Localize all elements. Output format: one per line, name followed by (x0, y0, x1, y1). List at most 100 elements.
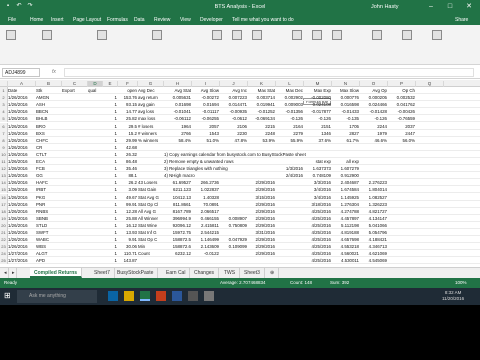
add-sheet-icon[interactable]: ⊕ (266, 268, 280, 278)
table-cell[interactable]: 4.621069 (360, 250, 387, 257)
table-cell[interactable]: 0.109099 (220, 243, 247, 250)
table-cell[interactable] (62, 179, 87, 186)
table-cell[interactable]: 61.69527 (164, 179, 191, 186)
row-number[interactable]: 16 (0, 193, 8, 201)
table-cell[interactable]: Export (62, 87, 87, 94)
table-cell[interactable]: 1/26/2016 (8, 151, 35, 158)
table-cell[interactable] (88, 94, 102, 101)
row-number[interactable]: 9 (0, 143, 8, 151)
table-cell[interactable] (220, 186, 247, 193)
table-cell[interactable]: CR (36, 144, 61, 151)
tab-formulas[interactable]: Formulas (107, 17, 128, 23)
table-cell[interactable]: 3/4/2016 (304, 186, 331, 193)
table-cell[interactable]: 1/26/2016 (8, 208, 35, 215)
table-cell[interactable]: 1/26/2016 (8, 201, 35, 208)
tab-data[interactable]: Data (134, 17, 145, 23)
table-cell[interactable]: Stat Op Cl (138, 201, 163, 208)
zoom-level[interactable]: 100% (455, 280, 467, 285)
table-cell[interactable]: PNR (36, 201, 61, 208)
table-cell[interactable]: STLD (36, 222, 61, 229)
row-number[interactable]: 1 (0, 87, 8, 94)
table-cell[interactable]: 4/25/2016 (304, 236, 331, 243)
table-cell[interactable]: Stat Op C (138, 236, 163, 243)
table-cell[interactable]: 2.143609 (192, 243, 219, 250)
row-number[interactable]: 13 (0, 172, 8, 180)
table-cell[interactable]: 1/26/2016 (8, 172, 35, 179)
save-icon[interactable]: ▪ (4, 2, 12, 10)
table-cell[interactable] (276, 186, 303, 193)
table-cell[interactable]: 1/26/2016 (8, 158, 35, 165)
table-cell[interactable]: 3/15/2016 (248, 194, 275, 201)
table-cell[interactable] (62, 186, 87, 193)
table-cell[interactable]: Stat Gain (138, 186, 163, 193)
table-cell[interactable] (388, 215, 415, 222)
row-number[interactable]: 23 (0, 243, 8, 251)
table-cell[interactable] (276, 236, 303, 243)
table-cell[interactable] (276, 229, 303, 236)
table-cell[interactable]: 4/25/2016 (304, 208, 331, 215)
table-cell[interactable]: 1 (103, 144, 117, 151)
cortana-search-box[interactable]: Ask me anything (17, 290, 97, 303)
table-cell[interactable]: 0.01694 (192, 101, 219, 108)
sheet-tab-earn-cal[interactable]: Earn Cal (162, 268, 191, 278)
table-cell[interactable]: 1 (103, 186, 117, 193)
row-number[interactable]: 21 (0, 229, 8, 236)
table-cell[interactable]: 1.145925 (332, 194, 359, 201)
table-cell[interactable] (88, 243, 102, 250)
table-cell[interactable] (276, 144, 303, 151)
table-cell[interactable]: 4.346713 (360, 243, 387, 250)
row-number[interactable]: 4 (0, 108, 8, 116)
table-cell[interactable]: AMGN (36, 94, 61, 101)
table-cell[interactable]: 1979 (360, 130, 387, 137)
table-cell[interactable]: -0.00272 (192, 94, 219, 101)
row-number[interactable]: 17 (0, 200, 8, 208)
autosum-icon[interactable] (370, 29, 384, 55)
table-cell[interactable]: 3/4/2016 (304, 194, 331, 201)
row-number[interactable]: 8 (0, 136, 8, 144)
table-cell[interactable]: 92096.12 (164, 222, 191, 229)
table-cell[interactable]: Max Stat (248, 87, 275, 94)
table-cell[interactable] (88, 194, 102, 201)
table-cell[interactable] (138, 144, 163, 151)
table-cell[interactable] (62, 123, 87, 130)
table-cell[interactable] (138, 165, 163, 172)
table-cell[interactable]: 29.5 (118, 123, 137, 130)
table-cell[interactable]: 30.06 (118, 243, 137, 250)
find-select-button[interactable] (430, 29, 444, 55)
table-cell[interactable]: max loss (138, 115, 163, 122)
table-cell[interactable]: open (118, 87, 137, 94)
sort-filter-button[interactable] (400, 29, 414, 55)
insert-cells-button[interactable] (290, 29, 304, 55)
table-cell[interactable]: 1/26/2016 (8, 186, 35, 193)
table-cell[interactable]: 47.8% (220, 137, 247, 144)
row-number[interactable]: 5 (0, 115, 8, 123)
table-cell[interactable] (332, 144, 359, 151)
edge-icon[interactable] (108, 291, 118, 301)
table-cell[interactable]: 1/27/2016 (8, 257, 35, 264)
user-name[interactable]: John Hasty (371, 4, 399, 10)
table-cell[interactable] (62, 236, 87, 243)
table-cell[interactable]: 4.553218 (332, 243, 359, 250)
table-cell[interactable]: 0.024466 (360, 101, 387, 108)
table-cell[interactable] (62, 201, 87, 208)
format-as-table-button[interactable] (230, 29, 244, 55)
row-number[interactable]: 12 (0, 165, 8, 173)
table-cell[interactable]: 2/29/2016 (248, 186, 275, 193)
table-cell[interactable]: avg gain (138, 101, 163, 108)
table-cell[interactable]: 1 (103, 208, 117, 215)
table-cell[interactable]: 4/25/2016 (304, 243, 331, 250)
table-cell[interactable] (88, 158, 102, 165)
table-cell[interactable]: 2279 (276, 130, 303, 137)
table-cell[interactable]: 0.009003 (276, 101, 303, 108)
table-cell[interactable]: Max Slow (332, 87, 359, 94)
table-cell[interactable]: -0.126 (304, 115, 331, 122)
table-cell[interactable]: 1 (103, 158, 117, 165)
sheet-tab-sheet7[interactable]: Sheet7 (90, 268, 115, 278)
table-cell[interactable]: 1 (103, 222, 117, 229)
table-cell[interactable]: -0.00935 (220, 108, 247, 115)
table-cell[interactable]: 2/29/2016 (248, 179, 275, 186)
table-cell[interactable]: 14.77 (118, 108, 137, 115)
table-cell[interactable]: 2/29/2016 (248, 243, 275, 250)
table-cell[interactable]: 2151 (304, 123, 331, 130)
table-cell[interactable]: 2.066517 (192, 208, 219, 215)
